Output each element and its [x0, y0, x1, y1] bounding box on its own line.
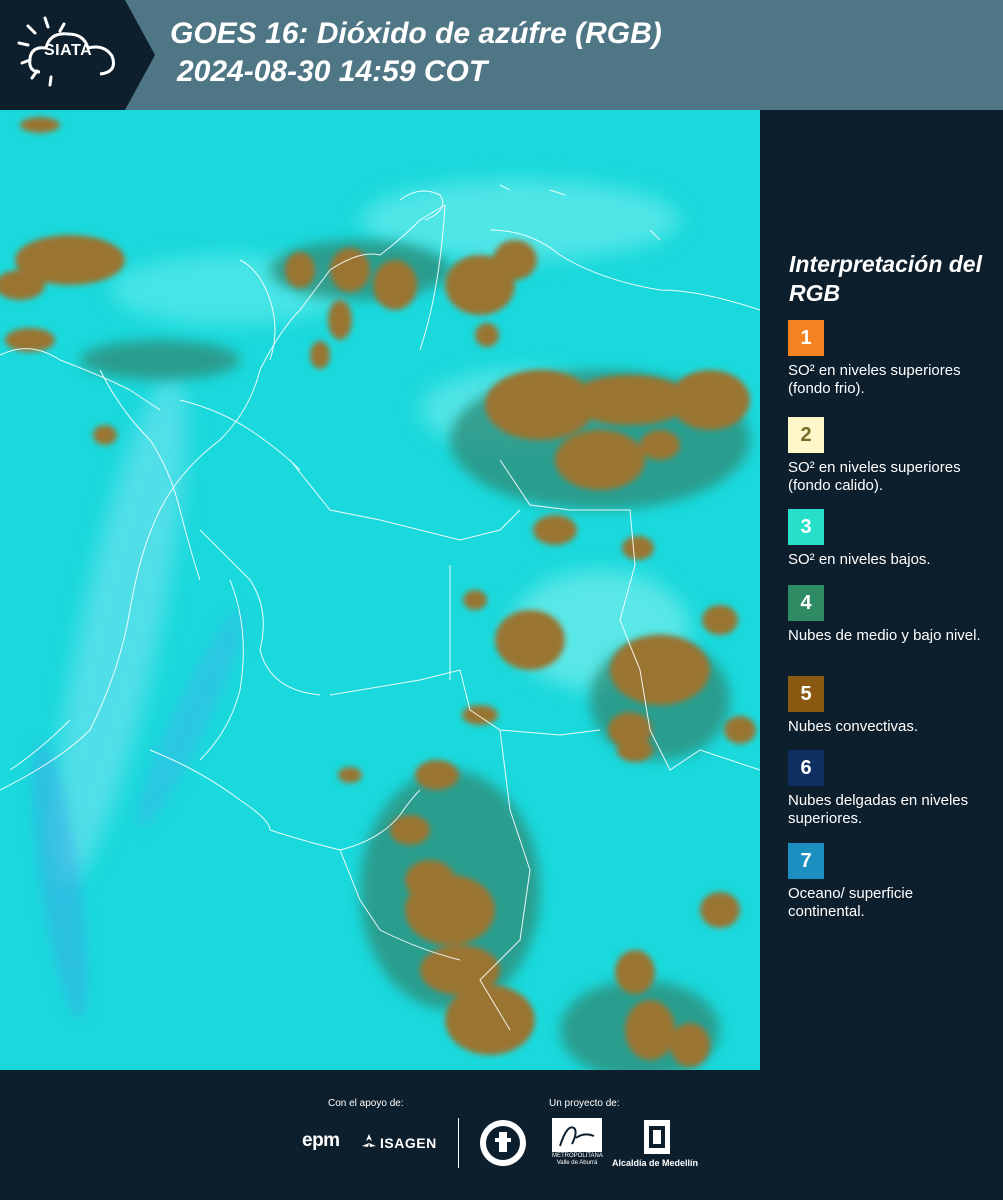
legend-label: Nubes convectivas. — [788, 718, 919, 735]
legend-swatch: 3 — [788, 509, 824, 545]
legend-swatch: 7 — [788, 843, 824, 879]
legend-item: 5 Nubes convectivas. — [788, 676, 988, 736]
legend-item: 3 SO² en niveles bajos. — [788, 509, 988, 569]
isagen-logo-icon — [362, 1134, 376, 1147]
legend-title: Interpretación del RGB — [789, 251, 982, 306]
area-metropolitana-caption: METROPOLITANA Valle de Aburrá — [552, 1153, 603, 1166]
legend-label: SO² en niveles superiores (fondo calido)… — [788, 459, 961, 494]
satellite-map-graphic — [0, 110, 760, 1070]
legend-label: Nubes de medio y bajo nivel. — [788, 627, 981, 644]
alcaldia-medellin-seal-icon — [644, 1120, 670, 1154]
page-timestamp: 2024-08-30 14:59 COT — [177, 55, 488, 88]
project-label: Un proyecto de: — [549, 1098, 620, 1109]
legend-item: 4 Nubes de medio y bajo nivel. — [788, 585, 988, 645]
legend-label: Nubes delgadas en niveles superiores. — [788, 792, 969, 827]
siata-logo: SIATA — [0, 0, 155, 110]
page-title: GOES 16: Dióxido de azúfre (RGB) — [170, 17, 662, 50]
area-metropolitana-logo-icon — [552, 1118, 602, 1152]
support-label: Con el apoyo de: — [328, 1098, 404, 1109]
legend-swatch: 4 — [788, 585, 824, 621]
legend-swatch: 1 — [788, 320, 824, 356]
alcaldia-medellin-label: Alcaldía de Medellín — [612, 1158, 699, 1168]
legend-item: 6 Nubes delgadas en niveles superiores. — [788, 750, 988, 828]
legend-label: SO² en niveles bajos. — [788, 551, 931, 568]
satellite-image — [0, 110, 760, 1070]
legend-label: SO² en niveles superiores (fondo frio). — [788, 362, 961, 397]
footer-divider — [458, 1118, 459, 1168]
legend-item: 2 SO² en niveles superiores (fondo calid… — [788, 417, 988, 495]
legend-swatch: 5 — [788, 676, 824, 712]
epm-logo: epm — [302, 1130, 340, 1151]
legend-swatch: 6 — [788, 750, 824, 786]
legend-swatch: 2 — [788, 417, 824, 453]
university-seal-icon — [480, 1120, 526, 1166]
legend-panel: Interpretación del RGB 1 SO² en niveles … — [776, 110, 996, 1070]
legend-item: 1 SO² en niveles superiores (fondo frio)… — [788, 320, 988, 398]
header-bar: SIATA GOES 16: Dióxido de azúfre (RGB) 2… — [0, 0, 1003, 110]
footer: Con el apoyo de: Un proyecto de: epm ISA… — [0, 1070, 1003, 1200]
legend-item: 7 Oceano/ superficie continental. — [788, 843, 988, 921]
legend-label: Oceano/ superficie continental. — [788, 885, 914, 920]
isagen-logo: ISAGEN — [380, 1135, 437, 1151]
siata-logo-text: SIATA — [44, 42, 93, 59]
